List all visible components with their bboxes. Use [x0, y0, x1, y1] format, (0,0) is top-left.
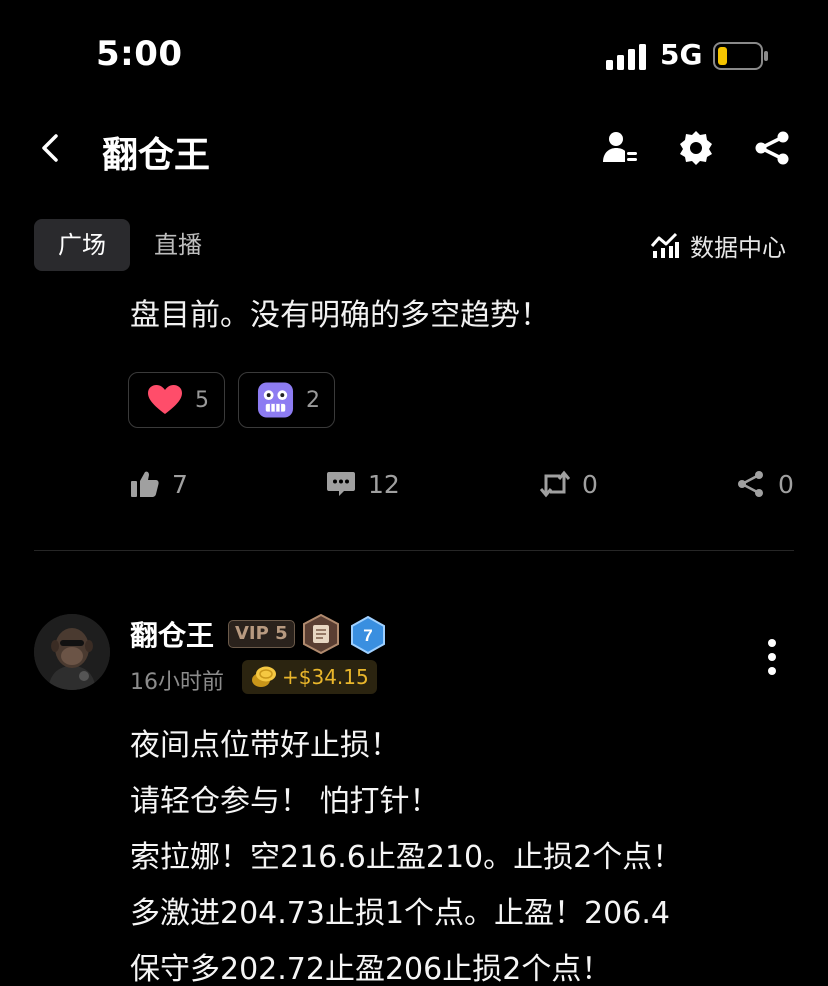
previous-post-text: 盘目前。没有明确的多空趋势！ — [130, 298, 550, 333]
tab-live[interactable]: 直播 — [130, 219, 226, 271]
share-icon[interactable] — [752, 128, 792, 168]
tab-bar: 广场 直播 — [34, 219, 226, 271]
reaction-nervous[interactable]: 2 — [238, 372, 335, 428]
reaction-nervous-count: 2 — [306, 387, 320, 413]
network-type: 5G — [660, 38, 703, 71]
repost-button[interactable]: 0 — [540, 466, 598, 502]
data-center-label: 数据中心 — [690, 233, 786, 262]
tip-badge[interactable]: +$34.15 — [242, 660, 377, 694]
status-time: 5:00 — [96, 34, 183, 74]
coins-icon — [252, 666, 276, 687]
tip-amount: +$34.15 — [282, 665, 369, 689]
user-manage-icon[interactable] — [600, 128, 640, 168]
repost-count: 0 — [582, 469, 598, 499]
like-count: 7 — [172, 469, 188, 499]
post-line: 请轻仓参与！ 怕打针！ — [130, 784, 440, 819]
signal-icon — [606, 44, 646, 70]
tab-square[interactable]: 广场 — [34, 219, 130, 271]
reaction-heart[interactable]: 5 — [128, 372, 225, 428]
avatar[interactable] — [34, 614, 110, 690]
level-number: 7 — [363, 626, 372, 645]
ape-avatar-icon — [34, 614, 110, 690]
heart-icon — [148, 385, 182, 414]
post-body: 夜间点位带好止损！ 请轻仓参与！ 怕打针！ 索拉娜！空216.6止盈210。止损… — [130, 718, 682, 986]
chart-trend-icon — [650, 232, 679, 258]
post-line: 夜间点位带好止损！ — [130, 728, 400, 763]
post-divider — [34, 550, 794, 551]
share-post-button[interactable]: 0 — [736, 466, 794, 502]
share-count: 0 — [778, 469, 794, 499]
reaction-heart-count: 5 — [195, 387, 209, 413]
back-arrow-icon[interactable] — [36, 130, 66, 166]
page-title: 翻仓王 — [102, 135, 211, 176]
nav-bar: 翻仓王 — [0, 110, 828, 190]
comment-button[interactable]: 12 — [326, 466, 400, 502]
vip-badge: VIP 5 — [228, 620, 295, 648]
data-center-link[interactable]: 数据中心 — [650, 228, 786, 262]
post-line: 索拉娜！空216.6止盈210。止损2个点！ — [130, 840, 683, 875]
status-bar: 5:00 5G — [0, 0, 828, 110]
post-line: 保守多202.72止盈206止损2个点！ — [130, 952, 612, 986]
share-post-icon — [738, 471, 763, 497]
comment-icon — [327, 472, 355, 496]
post-line: 多激进204.73止损1个点。止盈！206.4 — [130, 896, 670, 931]
battery-icon — [713, 42, 768, 70]
like-button[interactable]: 7 — [130, 466, 188, 502]
scroll-badge-icon — [303, 614, 339, 654]
more-options-icon[interactable] — [762, 638, 782, 676]
author-name[interactable]: 翻仓王 — [130, 614, 214, 654]
thumbs-up-icon — [131, 471, 159, 497]
nervous-face-icon — [257, 382, 294, 418]
repost-icon — [540, 470, 570, 498]
settings-gear-icon[interactable] — [676, 128, 716, 168]
level-badge-icon: 7 — [351, 616, 385, 654]
post-time: 16小时前 — [130, 670, 224, 695]
comment-count: 12 — [368, 469, 400, 499]
